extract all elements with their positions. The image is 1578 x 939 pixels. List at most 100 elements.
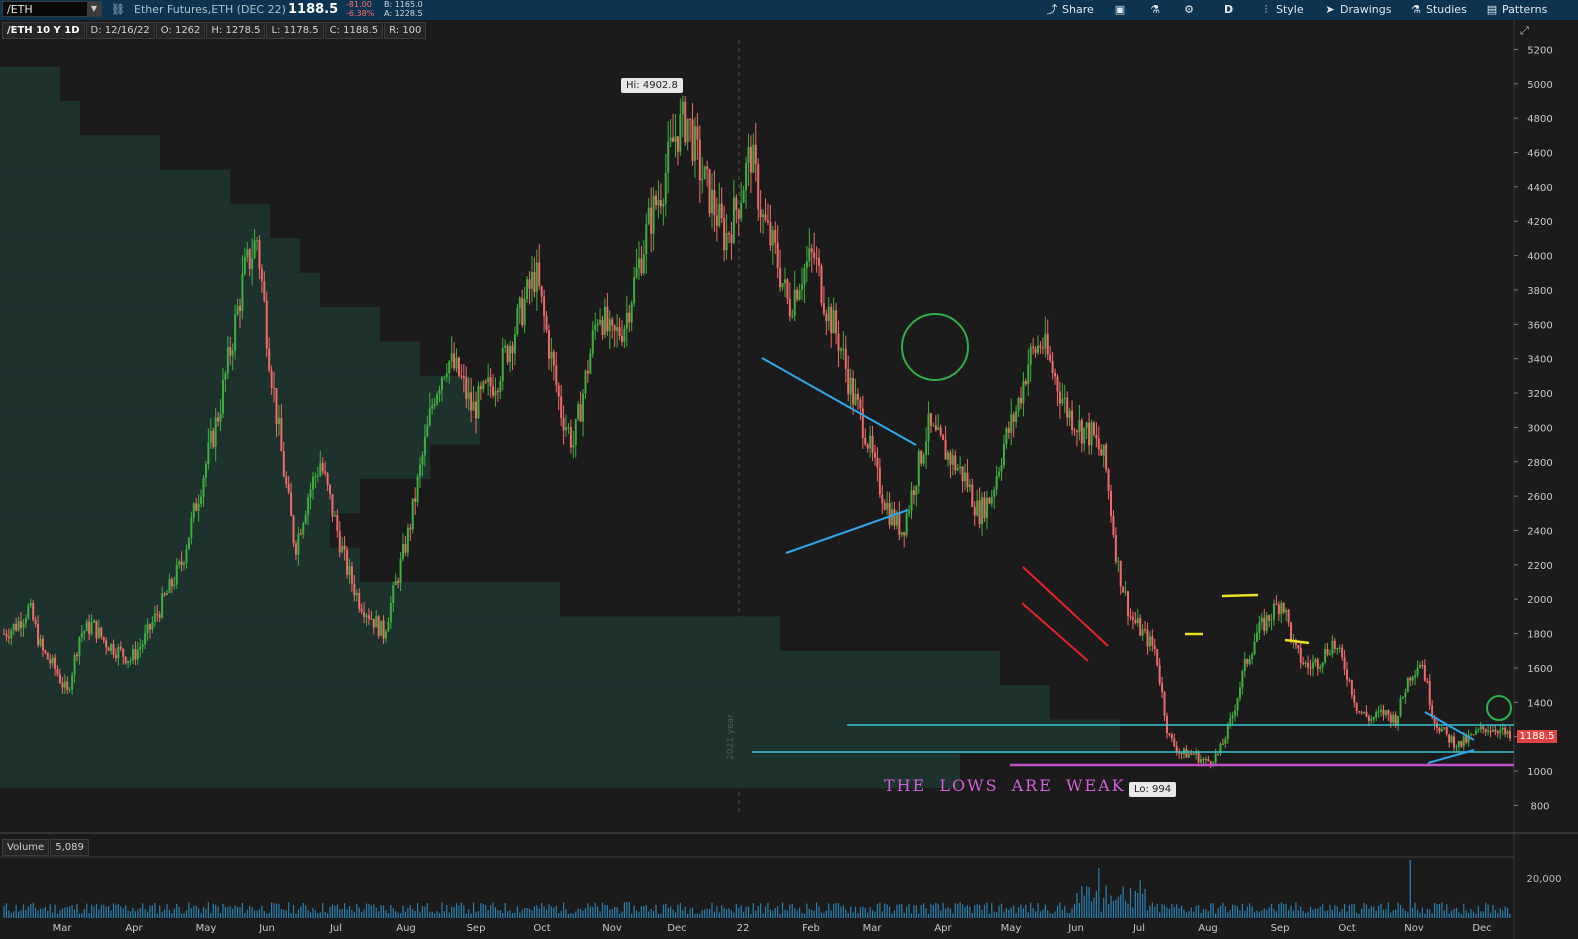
volume-bar bbox=[42, 908, 44, 918]
screenshot-button[interactable]: ▣ bbox=[1114, 0, 1130, 20]
volume-bar bbox=[1297, 910, 1299, 918]
volume-bar bbox=[278, 903, 280, 918]
volume-bar bbox=[458, 905, 460, 918]
volume-bar bbox=[1215, 913, 1217, 918]
high-field: H: 1278.5 bbox=[206, 22, 266, 39]
flask-button[interactable]: ⚗ bbox=[1149, 0, 1165, 20]
candle-body bbox=[1141, 629, 1144, 636]
chevron-down-icon[interactable]: ▼ bbox=[87, 2, 101, 16]
volume-bar bbox=[757, 905, 759, 918]
lows-annotation[interactable]: THE LOWS ARE WEAK bbox=[884, 776, 1126, 795]
candle-body bbox=[1041, 347, 1044, 349]
candle-body bbox=[1477, 729, 1480, 731]
volume-bar bbox=[120, 906, 122, 918]
candle-body bbox=[832, 310, 835, 334]
candle-body bbox=[691, 119, 694, 161]
drawings-button[interactable]: ➤ Drawings bbox=[1324, 0, 1391, 20]
link-icon[interactable]: ⛓ bbox=[111, 0, 125, 20]
volume-bar bbox=[898, 904, 900, 918]
candle-body bbox=[1061, 399, 1064, 404]
candle-body bbox=[922, 454, 925, 464]
candle-body bbox=[1428, 680, 1431, 706]
volume-bar bbox=[1477, 906, 1479, 918]
volume-bar bbox=[1086, 886, 1088, 918]
candle-body bbox=[837, 333, 840, 351]
candle-body bbox=[830, 306, 833, 334]
candle-body bbox=[1073, 429, 1076, 431]
volume-bar bbox=[998, 905, 1000, 918]
top-marker-2[interactable] bbox=[1221, 593, 1259, 598]
chart-canvas[interactable]: 8001000120014001600180020002200240026002… bbox=[0, 20, 1578, 939]
candle-body bbox=[1046, 333, 1049, 355]
candle-body bbox=[1460, 740, 1463, 747]
candle-body bbox=[1029, 346, 1032, 365]
candle-body bbox=[1234, 710, 1237, 716]
volume-bar bbox=[1261, 910, 1263, 918]
volume-bar bbox=[200, 912, 202, 918]
candle-body bbox=[1102, 444, 1105, 456]
candle-body bbox=[1333, 640, 1336, 649]
profile-bar bbox=[0, 66, 60, 101]
studies-button[interactable]: ⚗ Studies bbox=[1410, 0, 1467, 20]
period-button[interactable]: D bbox=[1224, 0, 1233, 20]
candle-body bbox=[110, 643, 113, 651]
volume-bar bbox=[266, 913, 268, 918]
volume-bar bbox=[271, 902, 273, 918]
volume-bar bbox=[718, 912, 720, 918]
volume-bar bbox=[976, 904, 978, 918]
candle-body bbox=[652, 195, 655, 234]
candle-body bbox=[314, 476, 317, 478]
candle-body bbox=[1017, 397, 1020, 412]
y-tick: 2800 bbox=[1527, 458, 1552, 469]
volume-bar bbox=[1305, 913, 1307, 918]
candle-body bbox=[414, 498, 417, 502]
patterns-button[interactable]: ▤ Patterns bbox=[1486, 0, 1548, 20]
candle-body bbox=[650, 207, 653, 234]
volume-bar bbox=[1083, 895, 1085, 918]
share-button[interactable]: ⤴ Share bbox=[1046, 0, 1094, 20]
candle-body bbox=[1377, 711, 1380, 713]
volume-bar bbox=[1412, 907, 1414, 918]
candle-body bbox=[479, 386, 482, 390]
volume-bar bbox=[869, 907, 871, 918]
symbol-input[interactable]: /ETH ▼ bbox=[2, 1, 102, 17]
candle-body bbox=[715, 215, 718, 226]
volume-bar bbox=[920, 904, 922, 918]
settings-button[interactable]: ⚙ bbox=[1183, 0, 1199, 20]
volume-bar bbox=[906, 907, 908, 918]
volume-bar bbox=[193, 905, 195, 918]
volume-value: 5,089 bbox=[50, 839, 89, 856]
volume-bar bbox=[161, 911, 163, 918]
candle-body bbox=[1131, 616, 1134, 620]
volume-bar bbox=[1373, 906, 1375, 918]
volume-bar bbox=[519, 912, 521, 918]
profile-bar bbox=[0, 513, 330, 548]
candle-body bbox=[355, 593, 358, 596]
volume-bar bbox=[8, 910, 10, 918]
candle-body bbox=[1039, 345, 1042, 348]
candle-body bbox=[78, 637, 81, 657]
candle-body bbox=[1197, 751, 1200, 763]
zoom-icon[interactable]: ⤢ bbox=[1520, 24, 1529, 37]
volume-bar bbox=[1195, 905, 1197, 918]
candle-body bbox=[1484, 728, 1487, 733]
candle-body bbox=[1453, 736, 1456, 748]
volume-bar bbox=[575, 911, 577, 918]
candle-body bbox=[307, 497, 310, 515]
volume-bar bbox=[1368, 908, 1370, 918]
candle-body bbox=[1384, 710, 1387, 716]
candle-body bbox=[769, 222, 772, 246]
volume-bar bbox=[1117, 896, 1119, 918]
volume-bar bbox=[957, 903, 959, 918]
volume-bar bbox=[893, 910, 896, 918]
volume-bar bbox=[1132, 907, 1134, 918]
candle-body bbox=[1024, 381, 1027, 385]
volume-bar bbox=[1288, 909, 1290, 918]
candle-body bbox=[1411, 677, 1414, 681]
volume-bar bbox=[903, 912, 905, 918]
style-button[interactable]: ⫶ Style bbox=[1260, 0, 1304, 20]
candle-body bbox=[71, 675, 74, 690]
volume-bar bbox=[618, 913, 621, 918]
volume-bar bbox=[56, 913, 59, 918]
volume-bar bbox=[1399, 905, 1402, 918]
